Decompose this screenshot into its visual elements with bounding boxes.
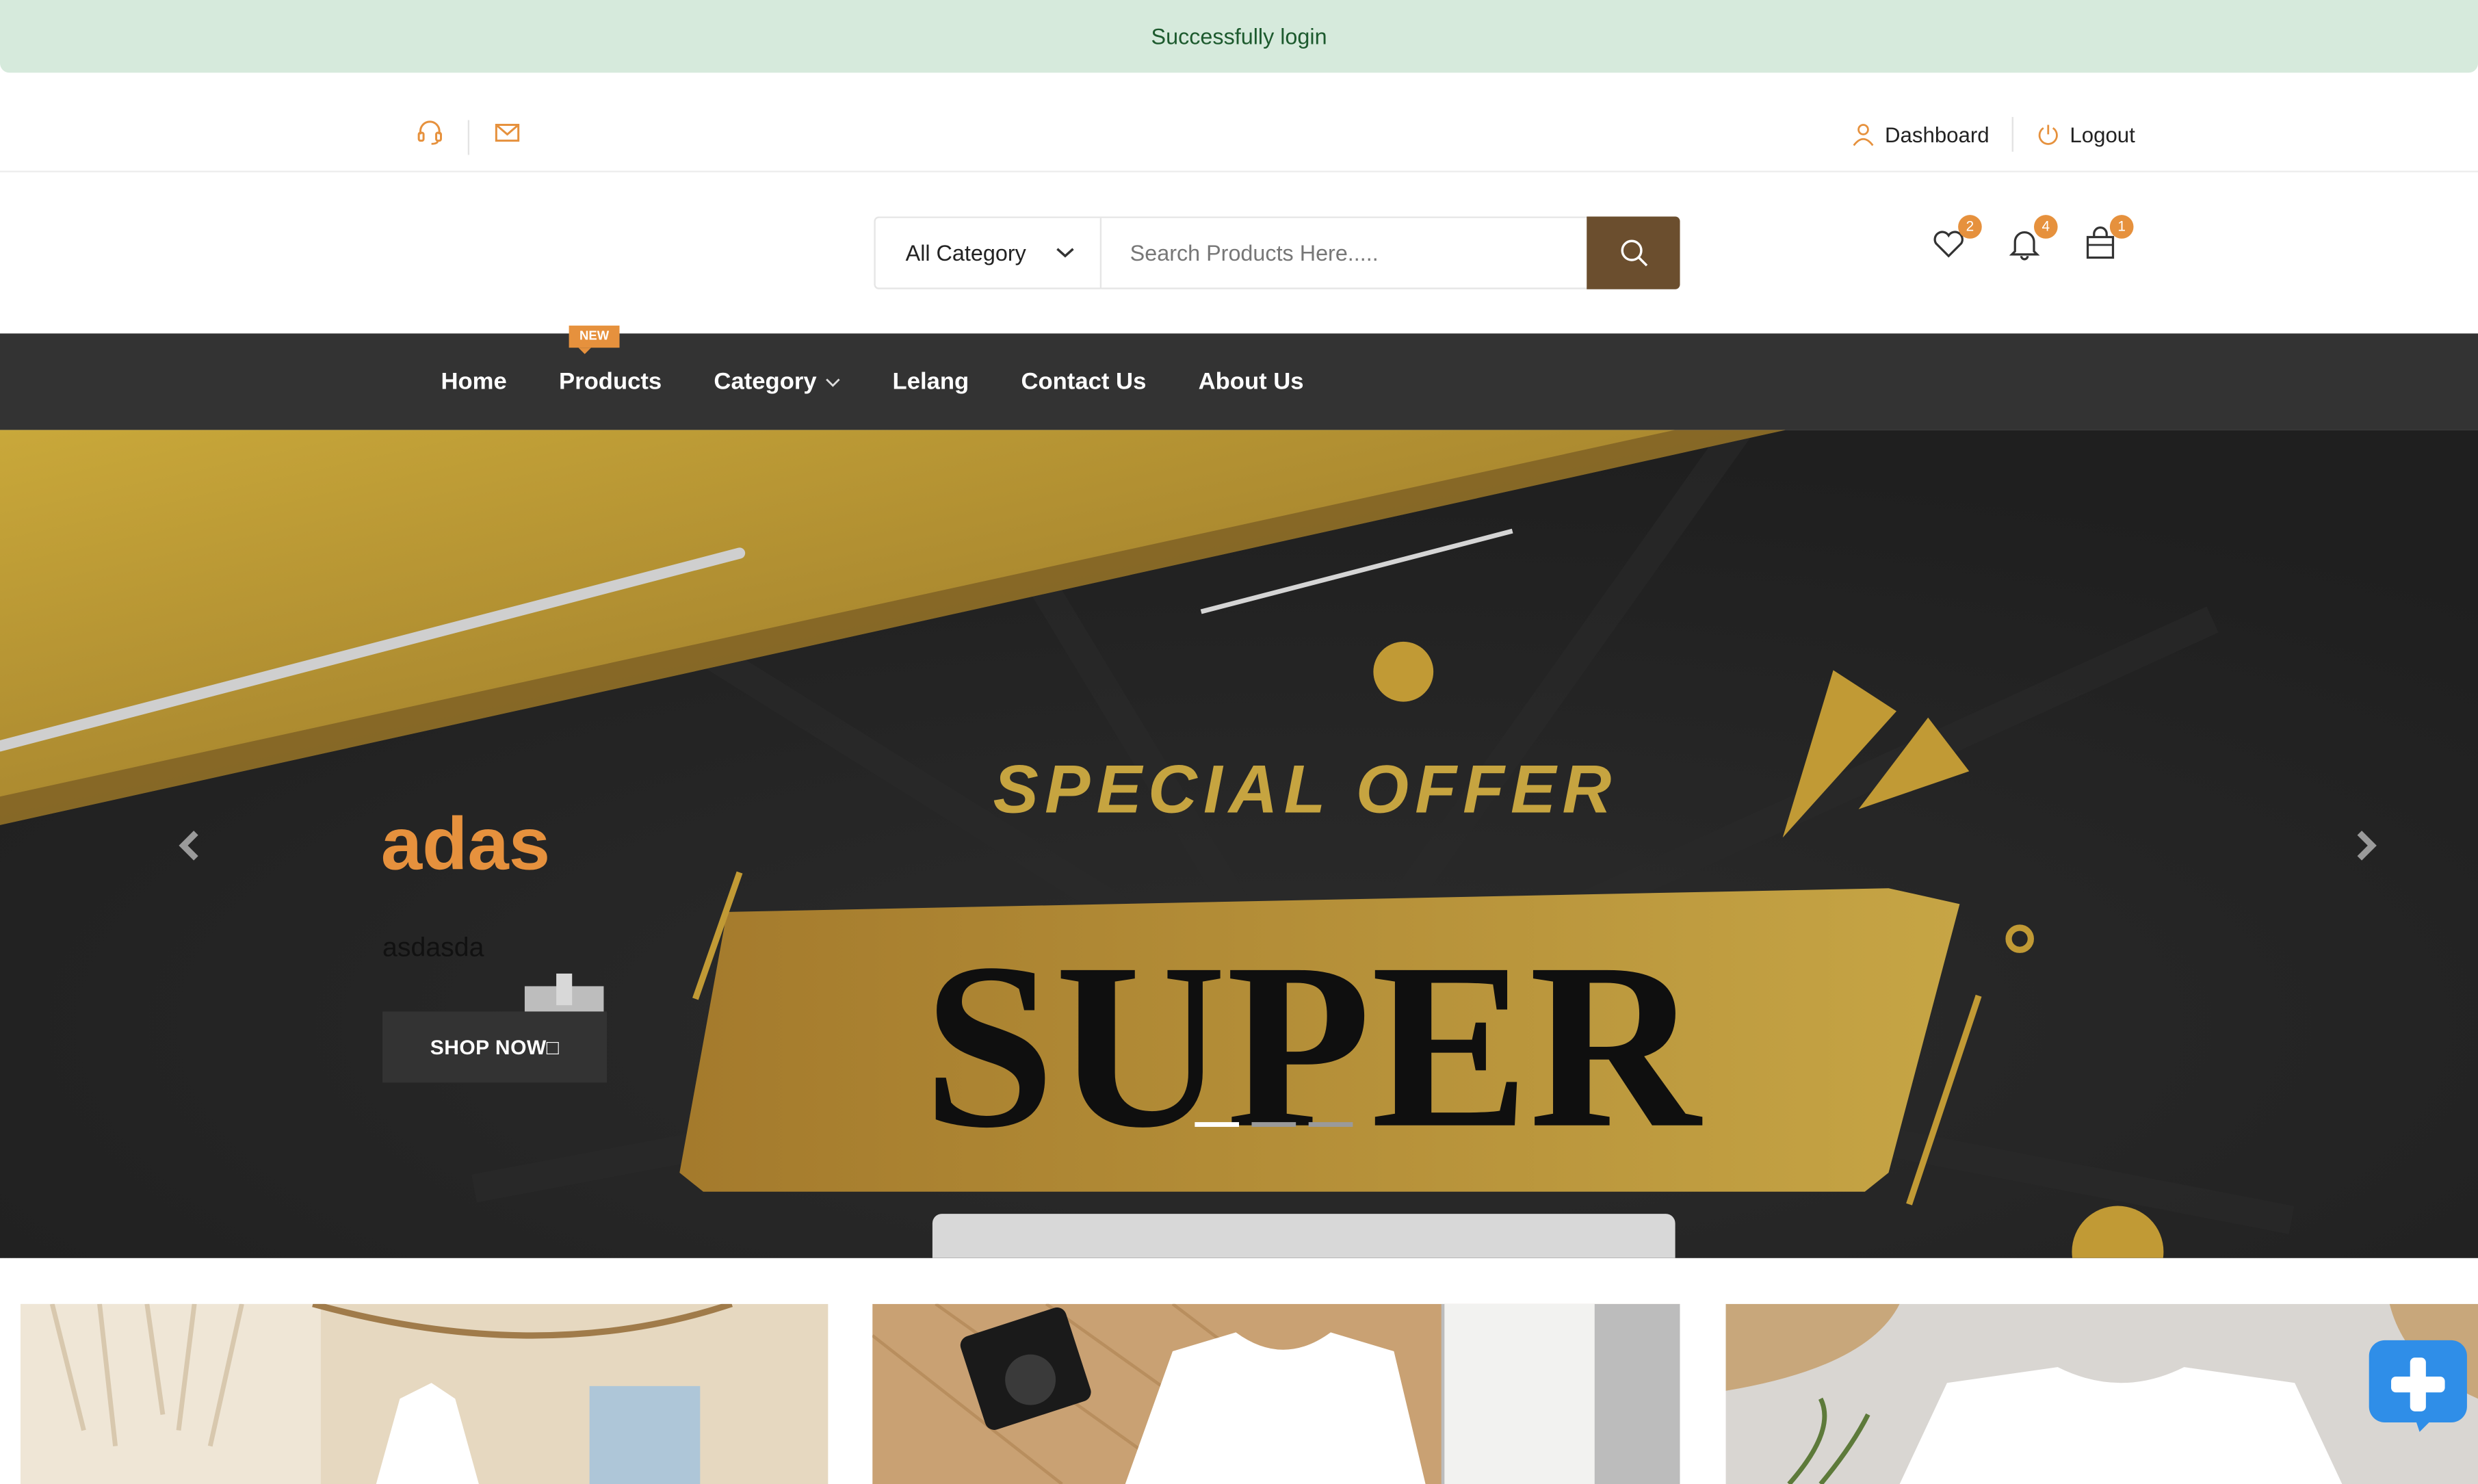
slider-next-button[interactable] <box>2353 828 2379 870</box>
category-banner-1[interactable] <box>21 1303 829 1484</box>
nav-item-contact-us[interactable]: Contact Us <box>1021 368 1146 395</box>
nav-item-about-us[interactable]: About Us <box>1199 368 1304 395</box>
nav-item-category[interactable]: Category <box>714 368 840 395</box>
mail-icon[interactable] <box>491 117 523 157</box>
top-bar: Dashboard Logout <box>0 98 2478 172</box>
category-select[interactable]: All Category <box>876 218 1102 288</box>
topbar-divider <box>2011 116 2013 152</box>
nav-item-label: Home <box>441 368 507 395</box>
notifications-count-badge: 4 <box>2033 215 2058 239</box>
cart-count-badge: 1 <box>2109 215 2134 239</box>
new-badge: NEW <box>568 325 621 354</box>
slider-prev-button[interactable] <box>177 828 203 870</box>
nav-item-label: About Us <box>1198 368 1304 395</box>
topbar-divider <box>467 119 470 155</box>
chevron-left-icon <box>179 831 198 861</box>
search-bar: All Category <box>874 216 1680 289</box>
dashboard-link[interactable]: Dashboard <box>1850 122 1990 147</box>
banner-super-word: SUPER <box>923 914 1703 1177</box>
nav-item-label: Contact Us <box>1021 368 1147 395</box>
nav-item-home[interactable]: Home <box>441 368 506 395</box>
headset-icon[interactable] <box>414 117 445 157</box>
super-sale-banner-image: SPECIAL OFFER SUPER <box>0 430 2478 1258</box>
main-navigation: Home NEW Products Category Lelang Contac… <box>0 325 2478 430</box>
main-header: All Category 2 4 1 <box>0 172 2478 334</box>
plus-icon <box>2369 1340 2467 1432</box>
slide-indicator-2[interactable] <box>1251 1122 1296 1128</box>
search-input[interactable] <box>1101 218 1587 288</box>
nav-item-label: Lelang <box>892 368 969 395</box>
chevron-down-icon <box>825 378 839 387</box>
notifications-button[interactable]: 4 <box>2007 215 2058 263</box>
hero-slider: SPECIAL OFFER SUPER adas asdasda SHOP NO… <box>0 430 2478 1258</box>
alert-message: Successfully login <box>1151 23 1327 49</box>
category-banners <box>0 1303 2478 1484</box>
nav-item-products[interactable]: NEW Products <box>559 325 662 395</box>
chevron-down-icon <box>1056 248 1074 258</box>
hero-slide-title: adas <box>380 801 551 885</box>
slider-indicators <box>1195 1122 1353 1128</box>
cart-button[interactable]: 1 <box>2083 215 2134 263</box>
search-icon <box>1620 239 1647 267</box>
logout-link[interactable]: Logout <box>2035 122 2135 147</box>
search-button[interactable] <box>1587 216 1680 289</box>
chevron-right-icon <box>2357 831 2377 861</box>
nav-item-label: Products <box>559 368 662 395</box>
user-icon <box>1852 124 1873 146</box>
camera-tshirt-image <box>872 1303 1680 1484</box>
wishlist-count-badge: 2 <box>1958 215 1982 239</box>
dashboard-label: Dashboard <box>1885 122 1990 146</box>
shop-now-button[interactable]: SHOP NOW□ <box>382 1011 608 1083</box>
category-select-value: All Category <box>905 240 1026 266</box>
wishlist-button[interactable]: 2 <box>1931 215 1982 263</box>
slide-indicator-1[interactable] <box>1195 1122 1240 1128</box>
nav-item-label: Category <box>714 368 817 395</box>
slide-indicator-3[interactable] <box>1308 1122 1353 1128</box>
logout-label: Logout <box>2070 122 2135 146</box>
hero-slide-description: asdasda <box>382 932 484 963</box>
banner-heading: SPECIAL OFFER <box>993 751 1618 827</box>
clothing-rack-image <box>21 1303 829 1484</box>
add-floating-button[interactable] <box>2366 1337 2470 1435</box>
login-success-alert: Successfully login <box>0 0 2478 73</box>
category-banner-2[interactable] <box>872 1303 1680 1484</box>
power-icon <box>2038 125 2058 145</box>
nav-item-lelang[interactable]: Lelang <box>893 368 969 395</box>
